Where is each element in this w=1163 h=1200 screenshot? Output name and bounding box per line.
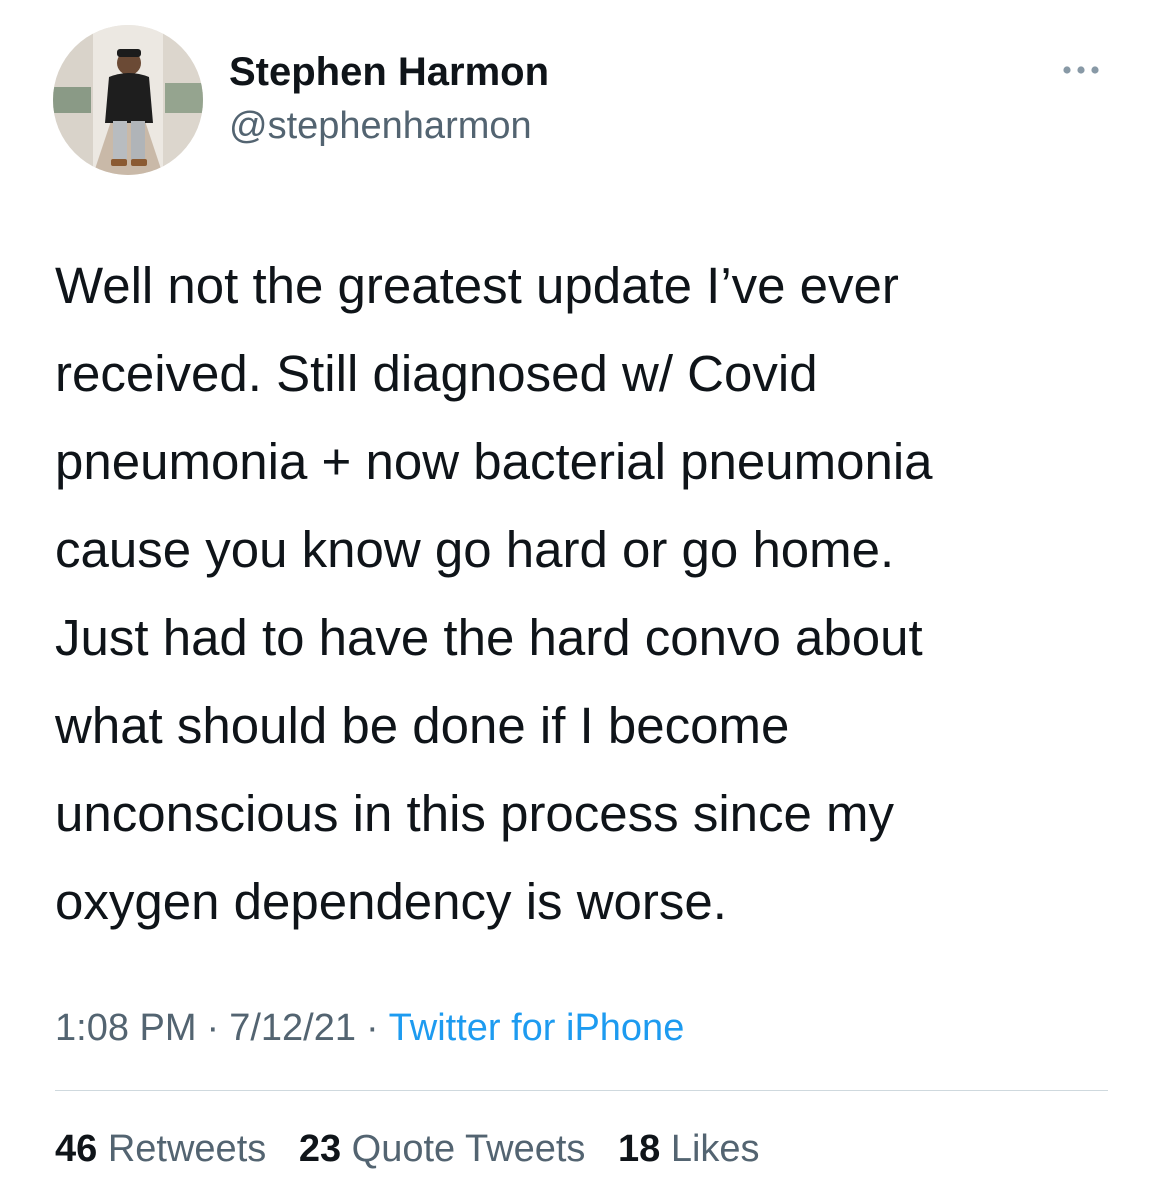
user-handle[interactable]: @stephenharmon (229, 103, 532, 149)
meta-separator: · (206, 1007, 220, 1049)
quote-tweets-count: 23 (298, 1128, 342, 1170)
more-horizontal-icon (1063, 66, 1099, 74)
likes-count: 18 (618, 1128, 661, 1170)
quote-tweets-stat[interactable]: 23 Quote Tweets (299, 1128, 586, 1170)
retweets-label: Retweets (107, 1128, 267, 1170)
tweet-date[interactable]: 7/12/21 (229, 1007, 356, 1049)
engagement-stats: 46 Retweets 23 Quote Tweets 18 Likes (55, 1124, 782, 1174)
meta-separator: · (365, 1007, 379, 1049)
divider (55, 1090, 1108, 1091)
more-options-button[interactable] (1058, 55, 1104, 85)
retweets-count: 46 (55, 1128, 98, 1170)
display-name[interactable]: Stephen Harmon (229, 48, 549, 96)
tweet-time[interactable]: 1:08 PM (55, 1007, 197, 1049)
retweets-stat[interactable]: 46 Retweets (55, 1128, 266, 1170)
quote-tweets-label: Quote Tweets (351, 1128, 586, 1170)
likes-stat[interactable]: 18 Likes (618, 1128, 760, 1170)
tweet: Stephen Harmon @stephenharmon Well not t… (0, 0, 1163, 1200)
avatar[interactable] (53, 25, 203, 175)
profile-photo-icon (53, 25, 203, 175)
likes-label: Likes (670, 1128, 760, 1170)
tweet-text: Well not the greatest update I’ve ever r… (55, 257, 933, 930)
tweet-source-link[interactable]: Twitter for iPhone (389, 1007, 685, 1049)
tweet-metadata: 1:08 PM · 7/12/21 · Twitter for iPhone (55, 1003, 684, 1053)
